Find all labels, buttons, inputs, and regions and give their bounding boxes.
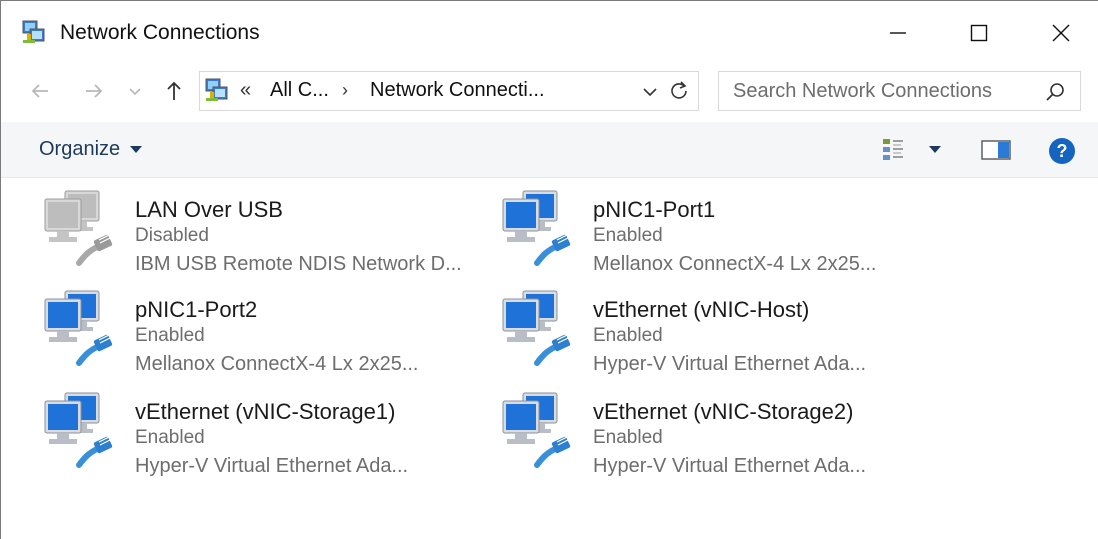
search-input[interactable]	[733, 78, 1033, 104]
network-adapter-icon	[44, 290, 113, 366]
title-bar: Network Connections	[1, 1, 1098, 63]
connection-device: IBM USB Remote NDIS Network D...	[135, 253, 462, 275]
command-bar: Organize ?	[1, 122, 1098, 178]
connection-name: pNIC1-Port1	[593, 197, 716, 222]
connection-device: Hyper-V Virtual Ethernet Ada...	[135, 455, 409, 477]
window-title: Network Connections	[60, 21, 260, 44]
organize-label: Organize	[39, 138, 121, 160]
arrow-up-icon	[167, 81, 181, 100]
network-connections-location-icon	[205, 78, 228, 101]
refresh-icon[interactable]	[668, 80, 690, 102]
breadcrumb-overflow-button[interactable]: «	[240, 79, 251, 102]
connection-name: vEthernet (vNIC-Storage2)	[593, 399, 854, 424]
connection-item[interactable]: pNIC1-Port2 Enabled Mellanox ConnectX-4 …	[39, 279, 489, 377]
network-adapter-icon	[44, 392, 113, 468]
connection-item[interactable]: vEthernet (vNIC-Storage1) Enabled Hyper-…	[39, 381, 489, 479]
change-view-icon[interactable]	[881, 137, 907, 163]
connection-device: Mellanox ConnectX-4 Lx 2x25...	[135, 353, 419, 375]
minimize-icon	[890, 32, 906, 34]
navigation-bar: « All C... › Network Connecti...	[1, 63, 1098, 119]
network-connections-app-icon	[22, 20, 45, 43]
svg-text:?: ?	[1057, 141, 1068, 161]
chevron-down-icon[interactable]	[640, 82, 660, 102]
up-button[interactable]	[159, 76, 189, 106]
connection-device: Mellanox ConnectX-4 Lx 2x25...	[593, 253, 877, 275]
minimize-button[interactable]	[873, 13, 923, 53]
recent-locations-button[interactable]	[125, 76, 145, 106]
connection-status: Enabled	[135, 427, 205, 448]
network-adapter-icon	[44, 190, 113, 266]
connection-name: vEthernet (vNIC-Host)	[593, 297, 810, 322]
breadcrumb-separator[interactable]: ›	[342, 80, 348, 101]
network-adapter-icon	[502, 190, 571, 266]
connection-name: LAN Over USB	[135, 197, 283, 222]
back-button[interactable]	[25, 76, 55, 106]
connection-name: vEthernet (vNIC-Storage1)	[135, 399, 396, 424]
help-icon[interactable]: ?	[1047, 136, 1077, 166]
close-icon	[1052, 24, 1070, 42]
view-options-dropdown-icon[interactable]	[929, 146, 941, 153]
network-adapter-icon	[502, 290, 571, 366]
arrow-left-icon	[31, 84, 48, 98]
network-adapter-icon	[502, 392, 571, 468]
connection-device: Hyper-V Virtual Ethernet Ada...	[593, 353, 867, 375]
connection-status: Enabled	[135, 325, 205, 346]
connection-status: Enabled	[593, 225, 663, 246]
connection-device: Hyper-V Virtual Ethernet Ada...	[593, 455, 867, 477]
connection-status: Enabled	[593, 427, 663, 448]
connection-name: pNIC1-Port2	[135, 297, 258, 322]
preview-pane-icon[interactable]	[981, 138, 1011, 162]
breadcrumb-item-network-connections[interactable]: Network Connecti...	[370, 79, 545, 102]
maximize-icon	[970, 24, 988, 42]
maximize-button[interactable]	[954, 13, 1004, 53]
search-box[interactable]	[718, 71, 1081, 111]
connection-item[interactable]: vEthernet (vNIC-Host) Enabled Hyper-V Vi…	[497, 279, 947, 377]
close-button[interactable]	[1036, 13, 1086, 53]
connection-item[interactable]: LAN Over USB Disabled IBM USB Remote NDI…	[39, 179, 489, 277]
organize-menu-button[interactable]: Organize	[39, 138, 143, 161]
address-bar[interactable]: « All C... › Network Connecti...	[199, 71, 699, 111]
breadcrumb-item-all-control-panel[interactable]: All C...	[270, 79, 329, 102]
connection-item[interactable]: vEthernet (vNIC-Storage2) Enabled Hyper-…	[497, 381, 947, 479]
forward-button[interactable]	[79, 76, 109, 106]
caret-down-icon	[130, 146, 143, 153]
search-icon[interactable]	[1044, 81, 1066, 103]
explorer-window: Network Connections « All C... › Network…	[0, 0, 1098, 539]
arrow-right-icon	[86, 84, 103, 98]
connection-item[interactable]: pNIC1-Port1 Enabled Mellanox ConnectX-4 …	[497, 179, 947, 277]
connections-list: LAN Over USB Disabled IBM USB Remote NDI…	[1, 179, 1098, 539]
chevron-down-icon	[129, 88, 141, 96]
connection-status: Disabled	[135, 225, 209, 246]
connection-status: Enabled	[593, 325, 663, 346]
